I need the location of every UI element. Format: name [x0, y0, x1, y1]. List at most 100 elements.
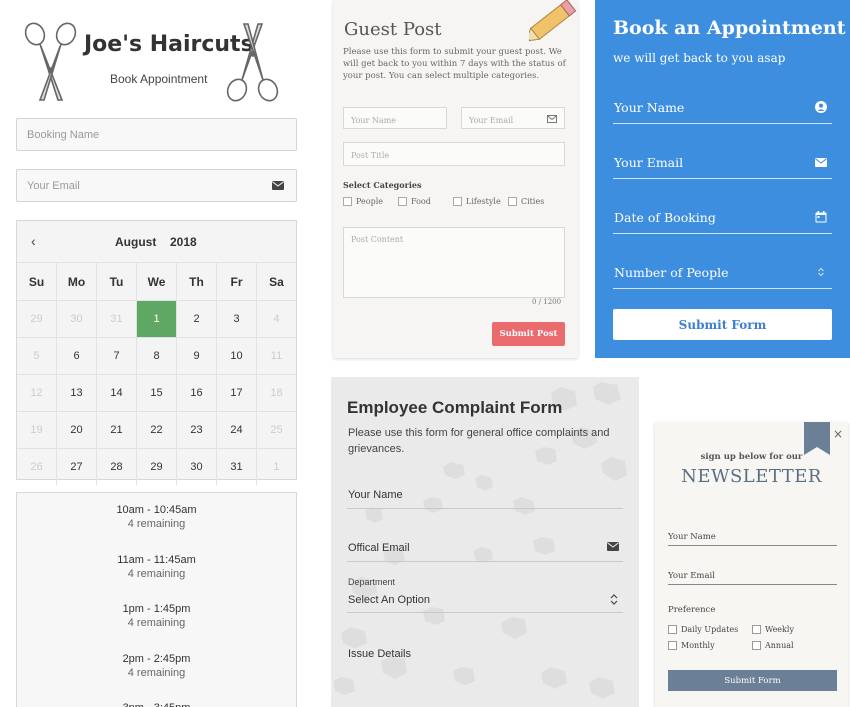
issue-details-field[interactable]: Issue Details	[347, 645, 623, 705]
time-slot[interactable]: 1pm - 1:45pm 4 remaining	[17, 602, 296, 630]
official-email-field[interactable]: Offical Email	[347, 540, 623, 562]
weekday-label: Tu	[97, 263, 137, 300]
newsletter-submit-button[interactable]: Submit Form	[668, 670, 837, 691]
checkbox[interactable]	[453, 197, 462, 206]
calendar-day[interactable]: 28	[97, 449, 137, 485]
department-select[interactable]: Select An Option	[347, 590, 623, 613]
checkbox[interactable]	[668, 625, 677, 634]
date-of-booking-field[interactable]: Date of Booking	[613, 210, 832, 234]
mail-icon	[547, 115, 557, 123]
time-slot[interactable]: 3pm - 3:45pm	[17, 701, 296, 707]
slot-remaining: 4 remaining	[127, 518, 186, 530]
calendar-day[interactable]: 1	[137, 301, 177, 337]
appointment-name-field[interactable]: Your Name	[613, 100, 832, 124]
calendar-day[interactable]: 17	[217, 375, 257, 411]
newsletter-panel: × sign up below for our NEWSLETTER Your …	[655, 422, 848, 707]
weekday-header-row: Su Mo Tu We Th Fr Sa	[17, 262, 296, 300]
updown-icon	[610, 594, 618, 605]
weekday-label: Sa	[269, 274, 284, 289]
calendar-day: 29	[17, 301, 57, 337]
calendar-day[interactable]: 29	[137, 449, 177, 485]
time-slot[interactable]: 2pm - 2:45pm 4 remaining	[17, 652, 296, 680]
calendar-day[interactable]: 23	[177, 412, 217, 448]
calendar-week-row: 29 30 31 1 2 3 4	[17, 300, 296, 337]
calendar-day[interactable]: 8	[137, 338, 177, 374]
option-annual[interactable]: Annual	[752, 641, 794, 650]
submit-post-button[interactable]: Submit Post	[492, 322, 565, 346]
checkbox[interactable]	[752, 641, 761, 650]
chevron-left-icon[interactable]: ‹	[31, 233, 36, 249]
checkbox[interactable]	[398, 197, 407, 206]
category-cities[interactable]: Cities	[508, 197, 544, 206]
post-content-textarea[interactable]	[344, 228, 564, 297]
field-label: Your Name	[348, 489, 403, 501]
checkbox[interactable]	[752, 625, 761, 634]
post-title-input[interactable]	[344, 144, 564, 167]
booking-name-input[interactable]	[17, 119, 296, 150]
calendar-day[interactable]: 20	[57, 412, 97, 448]
option-weekly[interactable]: Weekly	[752, 625, 794, 634]
guest-post-description: Please use this form to submit your gues…	[343, 47, 566, 81]
calendar: ‹ August 2018 Su Mo Tu We Th Fr Sa 29 30 31 1 2 3 4 5 6…	[16, 220, 297, 485]
checkbox[interactable]	[508, 197, 517, 206]
calendar-day[interactable]: 10	[217, 338, 257, 374]
field-label: Your Name	[668, 532, 716, 542]
category-lifestyle[interactable]: Lifestyle	[453, 197, 501, 206]
time-slot[interactable]: 10am - 10:45am 4 remaining	[17, 503, 296, 531]
newsletter-name-field[interactable]: Your Name	[668, 528, 837, 546]
appointment-panel: Book an Appointment we will get back to …	[595, 0, 850, 358]
calendar-day[interactable]: 22	[137, 412, 177, 448]
calendar-day[interactable]: 6	[57, 338, 97, 374]
calendar-day[interactable]: 21	[97, 412, 137, 448]
post-content-field[interactable]	[343, 227, 565, 298]
slot-remaining: 4 remaining	[127, 617, 186, 629]
calendar-day: 26	[17, 449, 57, 485]
complaint-panel: Employee Complaint Form Please use this …	[331, 377, 639, 707]
calendar-day[interactable]: 16	[177, 375, 217, 411]
category-label: Cities	[521, 197, 545, 206]
calendar-day[interactable]: 2	[177, 301, 217, 337]
email-field[interactable]	[16, 169, 297, 202]
checkbox[interactable]	[668, 641, 677, 650]
calendar-day[interactable]: 9	[177, 338, 217, 374]
calendar-day[interactable]: 7	[97, 338, 137, 374]
option-daily-updates[interactable]: Daily Updates	[668, 625, 738, 634]
submit-form-button[interactable]: Submit Form	[613, 309, 832, 340]
calendar-year[interactable]: 2018	[170, 235, 197, 249]
newsletter-email-field[interactable]: Your Email	[668, 567, 837, 585]
checkbox[interactable]	[343, 197, 352, 206]
appointment-email-field[interactable]: Your Email	[613, 155, 832, 179]
close-icon[interactable]: ×	[833, 427, 843, 441]
number-of-people-field[interactable]: Number of People	[613, 265, 832, 289]
calendar-day[interactable]: 14	[97, 375, 137, 411]
weekday-label: Th	[177, 263, 217, 300]
calendar-day[interactable]: 13	[57, 375, 97, 411]
option-monthly[interactable]: Monthly	[668, 641, 715, 650]
field-label: Issue Details	[348, 648, 411, 660]
calendar-month[interactable]: August	[115, 235, 156, 249]
calendar-day: 30	[57, 301, 97, 337]
booking-name-field[interactable]	[16, 118, 297, 151]
calendar-day[interactable]: 27	[57, 449, 97, 485]
calendar-day[interactable]: 15	[137, 375, 177, 411]
calendar-day[interactable]: 24	[217, 412, 257, 448]
category-people[interactable]: People	[343, 197, 383, 206]
complaint-description: Please use this form for general office …	[348, 427, 610, 455]
email-input[interactable]	[17, 170, 296, 201]
post-title-field[interactable]	[343, 142, 565, 167]
category-food[interactable]: Food	[398, 197, 431, 206]
calendar-day: 19	[17, 412, 57, 448]
calendar-day[interactable]: 3	[217, 301, 257, 337]
complaint-name-field[interactable]: Your Name	[347, 487, 623, 509]
calendar-day[interactable]: 30	[177, 449, 217, 485]
field-label: Offical Email	[348, 542, 410, 554]
scissors-icon	[24, 22, 77, 101]
guest-email-field[interactable]	[461, 107, 565, 131]
calendar-day[interactable]: 31	[217, 449, 257, 485]
slot-remaining: 4 remaining	[127, 667, 186, 679]
guest-name-input[interactable]	[344, 110, 446, 131]
time-slot[interactable]: 11am - 11:45am 4 remaining	[17, 553, 296, 581]
option-label: Annual	[765, 641, 794, 650]
guest-name-field[interactable]	[343, 107, 447, 131]
guest-post-panel: Guest Post Please use this form to submi…	[333, 0, 578, 358]
